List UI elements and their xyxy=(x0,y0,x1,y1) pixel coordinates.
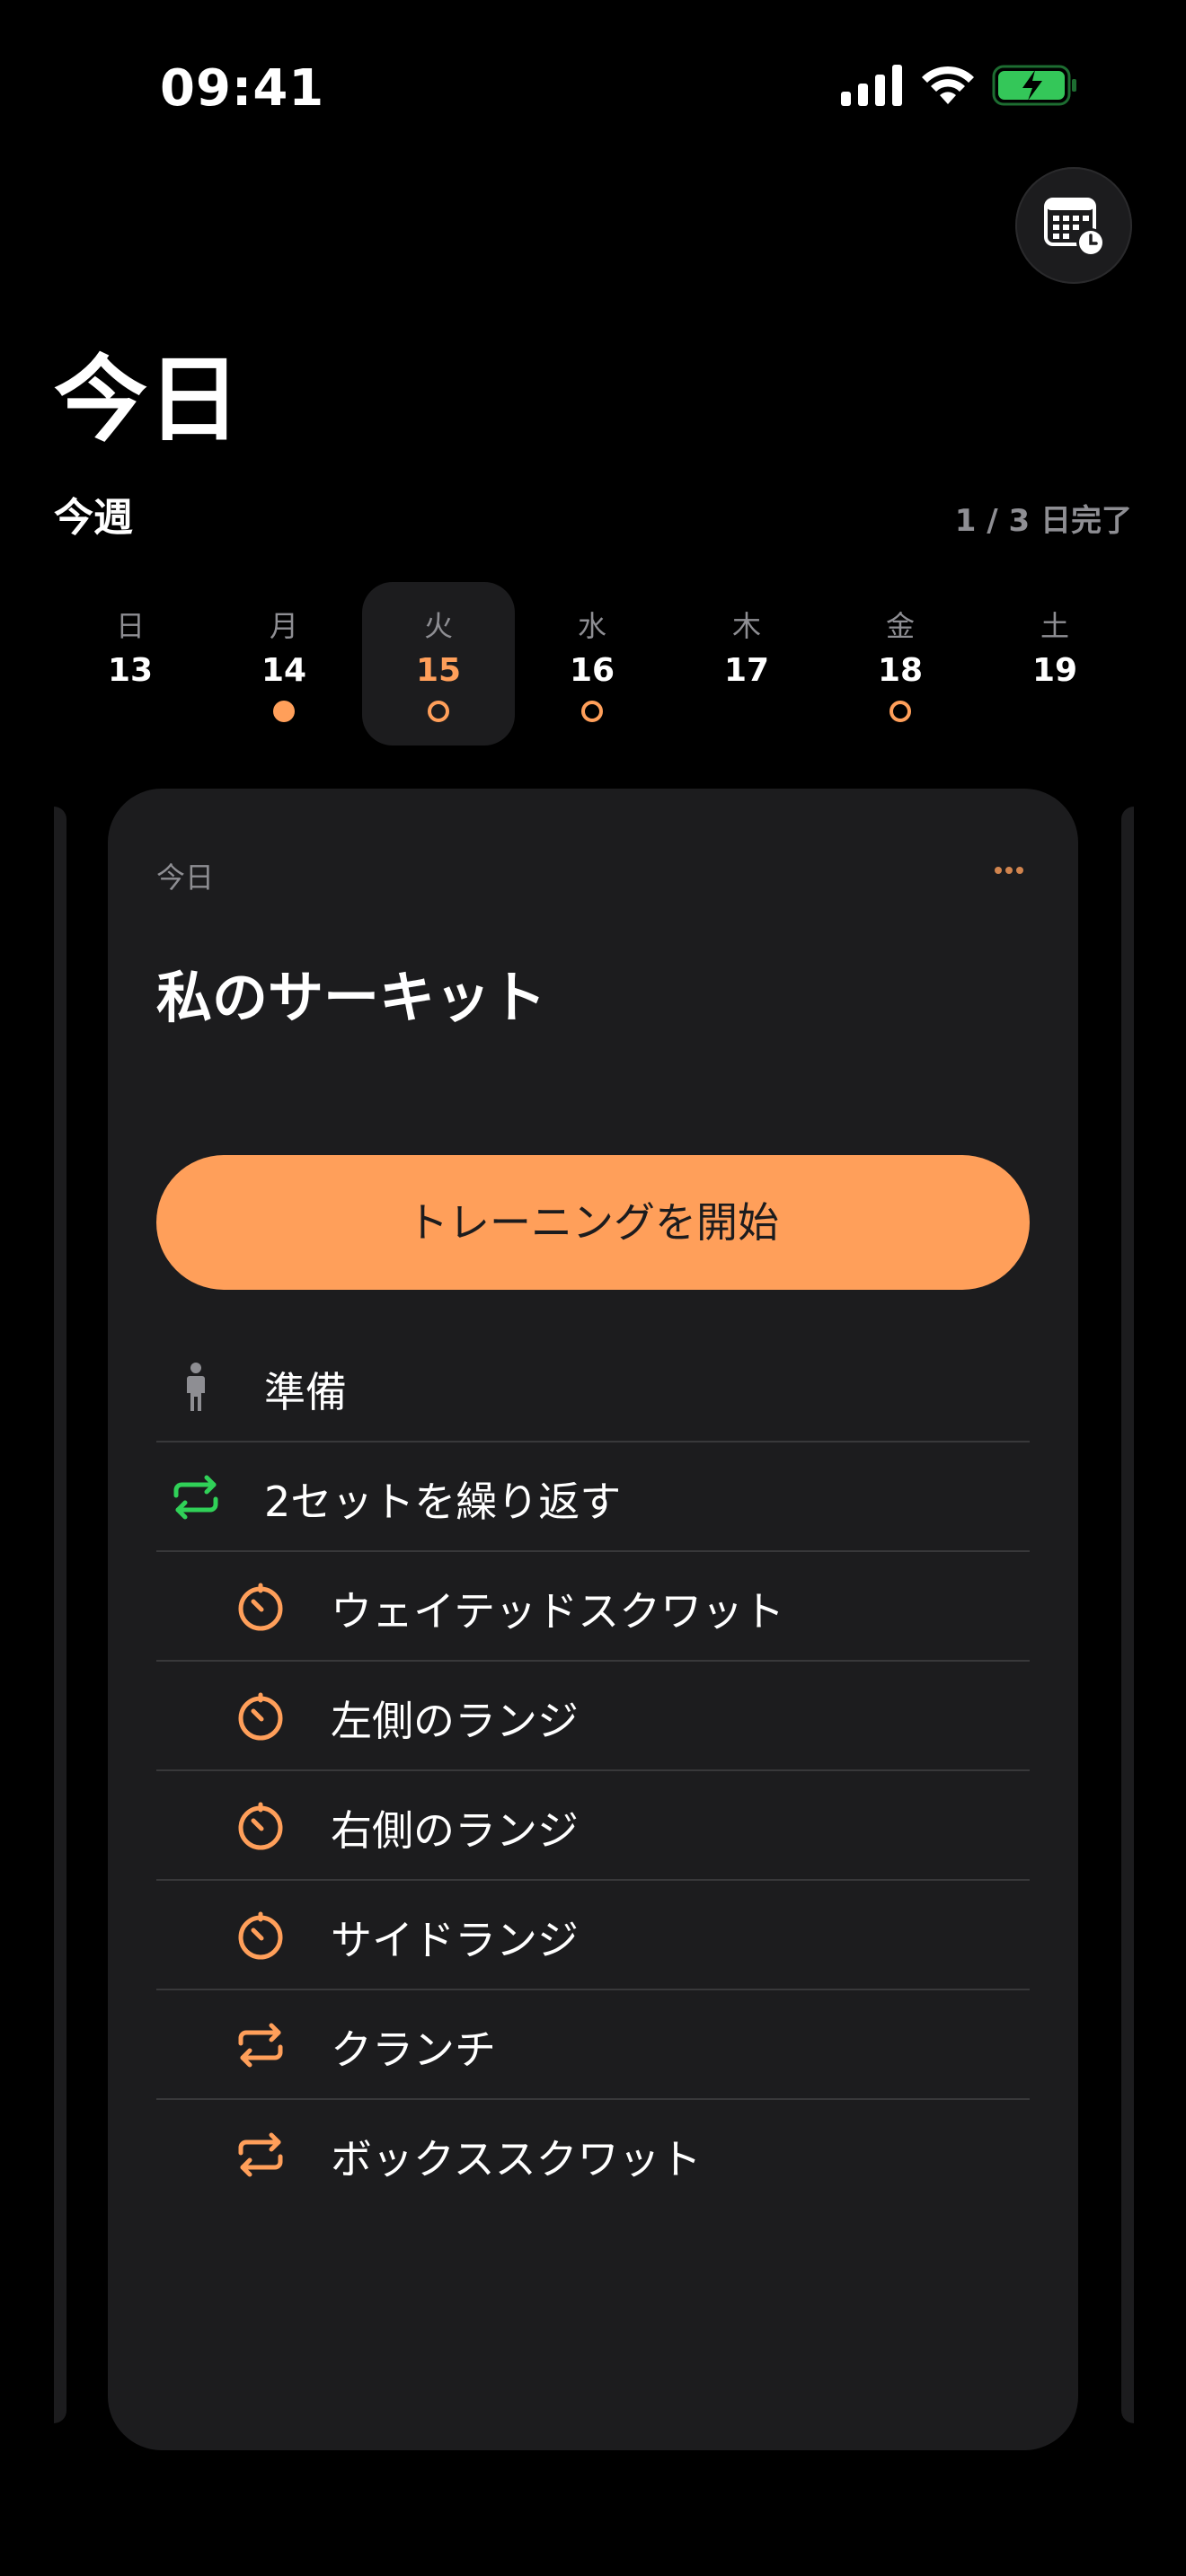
step-label: 左側のランジ xyxy=(331,1697,579,1745)
step-row-exercise[interactable]: 右側のランジ xyxy=(156,1771,1030,1881)
battery-charging-icon xyxy=(992,65,1076,106)
step-label: 右側のランジ xyxy=(331,1806,579,1855)
week-heading: 今週 xyxy=(54,495,133,541)
day-thursday[interactable]: 木 17 xyxy=(670,582,823,745)
completed-dot xyxy=(273,701,295,722)
day-date: 18 xyxy=(877,652,924,689)
day-date: 13 xyxy=(107,652,154,689)
step-label: サイドランジ xyxy=(331,1916,579,1964)
day-name: 金 xyxy=(885,609,915,643)
step-row-exercise[interactable]: ボックススクワット xyxy=(156,2100,1030,2210)
card-day-tag: 今日 xyxy=(156,860,215,895)
step-label: 2セットを繰り返す xyxy=(264,1478,622,1526)
page-title: 今日 xyxy=(54,345,242,454)
step-label: 準備 xyxy=(264,1368,347,1416)
workout-card: 今日 私のサーキット トレーニングを開始 準備 2セットを繰り返す ウェイテッド… xyxy=(108,789,1078,2450)
day-name: 火 xyxy=(423,609,453,643)
cellular-signal-icon xyxy=(841,65,902,106)
week-strip: 日 13 月 14 火 15 水 16 木 17 金 18 土 19 xyxy=(54,582,1132,745)
step-label: ボックススクワット xyxy=(331,2135,702,2183)
day-sunday[interactable]: 日 13 xyxy=(54,582,207,745)
day-friday[interactable]: 金 18 xyxy=(824,582,977,745)
day-date: 19 xyxy=(1031,652,1078,689)
repeat-icon xyxy=(238,2132,283,2177)
step-row-exercise[interactable]: クランチ xyxy=(156,1990,1030,2100)
week-progress-text: 1 / 3 日完了 xyxy=(954,503,1132,539)
repeat-icon xyxy=(238,2023,283,2068)
timer-icon xyxy=(238,1692,283,1741)
day-name: 月 xyxy=(269,609,298,643)
wifi-icon xyxy=(922,66,974,104)
calendar-history-button[interactable] xyxy=(1015,167,1132,284)
scheduled-dot xyxy=(890,701,911,722)
day-name: 水 xyxy=(577,609,606,643)
start-workout-button[interactable]: トレーニングを開始 xyxy=(156,1155,1030,1290)
scheduled-dot xyxy=(581,701,603,722)
step-label: ウェイテッドスクワット xyxy=(331,1587,785,1636)
next-card-peek[interactable] xyxy=(1121,807,1134,2423)
step-row-exercise[interactable]: 左側のランジ xyxy=(156,1662,1030,1771)
status-time: 09:41 xyxy=(160,59,325,118)
day-date: 16 xyxy=(569,652,615,689)
day-name: 土 xyxy=(1040,609,1069,643)
more-options-button[interactable] xyxy=(969,842,1049,896)
day-name: 日 xyxy=(115,609,145,643)
timer-icon xyxy=(238,1911,283,1960)
day-wednesday[interactable]: 水 16 xyxy=(516,582,668,745)
step-row-warmup[interactable]: 準備 xyxy=(156,1333,1030,1442)
repeat-icon xyxy=(173,1475,218,1520)
scheduled-dot xyxy=(428,701,449,722)
person-standing-icon xyxy=(187,1363,205,1411)
step-label: クランチ xyxy=(331,2025,496,2074)
timer-icon xyxy=(238,1583,283,1631)
day-date: 15 xyxy=(415,652,462,689)
workout-title: 私のサーキット xyxy=(156,965,547,1030)
step-row-exercise[interactable]: ウェイテッドスクワット xyxy=(156,1552,1030,1662)
day-name: 木 xyxy=(731,609,761,643)
previous-card-peek[interactable] xyxy=(54,807,66,2423)
step-row-repeat-sets[interactable]: 2セットを繰り返す xyxy=(156,1442,1030,1552)
day-date: 17 xyxy=(723,652,770,689)
timer-icon xyxy=(238,1802,283,1850)
day-monday[interactable]: 月 14 xyxy=(208,582,360,745)
day-saturday[interactable]: 土 19 xyxy=(978,582,1131,745)
day-tuesday[interactable]: 火 15 xyxy=(362,582,515,745)
day-date: 14 xyxy=(261,652,307,689)
step-row-exercise[interactable]: サイドランジ xyxy=(156,1881,1030,1990)
calendar-clock-icon xyxy=(1044,198,1105,257)
